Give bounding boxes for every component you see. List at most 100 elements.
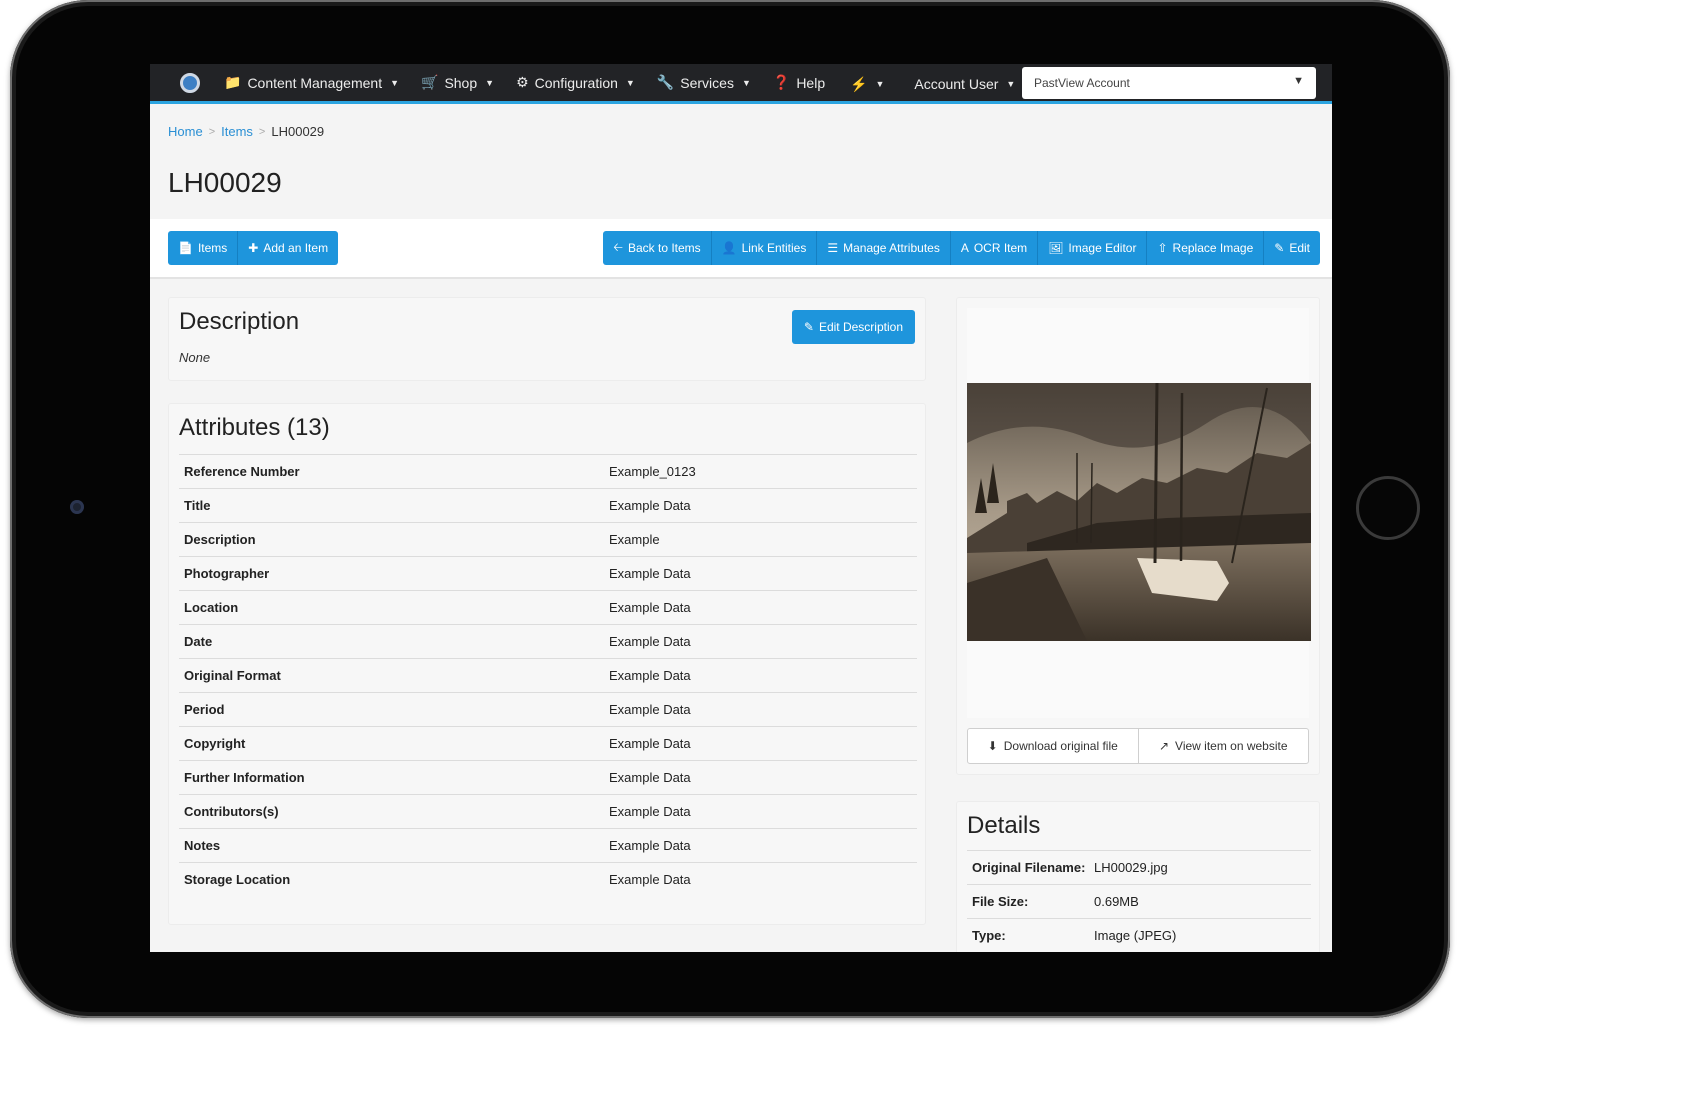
caret-down-icon: ▼ [485,77,495,88]
camera-icon [70,500,84,514]
nav-quick-actions[interactable]: ⚡ ▼ [850,76,884,93]
nav-configuration[interactable]: ⚙ Configuration ▼ [516,74,635,91]
breadcrumb-home[interactable]: Home [168,124,203,139]
nav-label: Help [796,74,826,91]
home-button[interactable] [1356,476,1420,540]
table-row: Period Example Data [179,692,917,727]
table-row: File Size: 0.69MB [967,884,1311,919]
help-icon: ❓ [772,74,791,90]
nav-label: Shop [444,74,478,91]
row-value: Example Data [604,590,917,625]
breadcrumb-items[interactable]: Items [221,124,253,139]
edit-button[interactable]: ✎ Edit [1264,231,1320,265]
breadcrumb: Home > Items > LH00029 [168,124,1314,139]
description-value: None [179,350,211,365]
row-key: Reference Number [179,454,604,489]
button-label: Edit Description [818,320,903,334]
nav-label: Content Management [247,74,383,91]
table-row: Original Format Example Data [179,658,917,693]
row-value: Example Data [604,726,917,761]
main-area: Description None ✎ Edit Description Attr… [168,297,1320,952]
row-key: Title [179,488,604,523]
row-key: Period [179,692,604,727]
caret-down-icon: ▼ [390,77,399,88]
app-screen: 📁 Content Management ▼ 🛒 Shop ▼ ⚙ Config… [150,64,1332,952]
text-icon: A [960,241,969,255]
button-label: Link Entities [741,241,807,255]
bolt-icon: ⚡ [850,75,868,92]
external-link-icon: ↗ [1158,739,1170,753]
left-column: Description None ✎ Edit Description Attr… [168,297,926,952]
items-button[interactable]: 📄 Items [168,231,239,265]
toolbar-left-group: 📄 Items ✚ Add an Item [168,231,339,265]
upload-icon: ⇧ [1157,241,1168,255]
row-value: 0.69MB [1089,884,1311,919]
row-key: Contributors(s) [179,794,604,829]
pencil-icon: ✎ [1274,241,1285,255]
row-key: Date [179,624,604,659]
table-row: Date Example Data [179,624,917,659]
row-value: Example Data [604,624,917,659]
row-key: Original Format [179,658,604,693]
breadcrumb-current: LH00029 [271,124,325,139]
image-panel: ⬇ Download original file ↗ View item on … [956,297,1320,775]
back-to-items-button[interactable]: 🡠 Back to Items [603,231,712,265]
image-editor-button[interactable]: 🖼 Image Editor [1038,231,1148,265]
table-row: Contributors(s) Example Data [179,794,917,829]
download-icon: ⬇ [987,739,998,753]
attributes-title: Attributes (13) [179,414,330,441]
add-item-button[interactable]: ✚ Add an Item [238,231,339,265]
account-select[interactable]: PastView Account ▼ [1022,67,1316,99]
row-value: Example Data [604,828,917,863]
download-original-button[interactable]: ⬇ Download original file [968,729,1138,763]
row-key: Copyright [179,726,604,761]
edit-description-button[interactable]: ✎ Edit Description [791,310,915,344]
link-entities-button[interactable]: 👤 Link Entities [711,231,818,265]
row-key: File Size: [967,884,1089,919]
arrow-left-icon: 🡠 [613,239,623,254]
table-row: Further Information Example Data [179,760,917,795]
logo-icon[interactable] [180,72,200,93]
button-label: Items [197,241,228,255]
manage-attributes-button[interactable]: ☰ Manage Attributes [817,231,951,265]
ocr-item-button[interactable]: A OCR Item [950,231,1039,265]
caret-down-icon: ▼ [1293,75,1304,87]
folder-icon: 📁 [224,74,242,90]
view-on-website-button[interactable]: ↗ View item on website [1137,729,1309,763]
row-value: Example [604,522,917,557]
table-row: Copyright Example Data [179,726,917,761]
attributes-panel: Attributes (13) Reference Number Example_… [168,403,926,925]
row-value: Example Data [604,556,917,591]
wrench-icon: 🔧 [656,74,675,90]
table-row: Reference Number Example_0123 [179,454,917,489]
description-panel: Description None ✎ Edit Description [168,297,926,381]
image-icon: 🖼 [1048,241,1064,255]
gear-icon: ⚙ [516,74,529,90]
table-row: Location Example Data [179,590,917,625]
details-title: Details [967,812,1041,839]
row-value: Example Data [604,862,917,897]
table-row: Description Example [179,522,917,557]
page-title: LH00029 [168,167,282,198]
cart-icon: 🛒 [421,74,439,90]
button-label: Back to Items [627,241,701,255]
nav-label: Account User [914,76,999,92]
nav-services[interactable]: 🔧 Services ▼ [657,74,751,91]
user-icon: 👤 [721,241,737,255]
caret-down-icon: ▼ [741,77,751,88]
button-label: Manage Attributes [843,241,940,255]
list-icon: ☰ [827,241,839,255]
button-label: Add an Item [263,241,329,255]
row-key: Notes [179,828,604,863]
nav-content-management[interactable]: 📁 Content Management ▼ [224,74,399,91]
account-select-value: PastView Account [1034,76,1130,90]
row-value: Example Data [604,658,917,693]
nav-account-user[interactable]: Account User ▼ [914,76,1015,92]
button-label: Download original file [1003,739,1118,753]
replace-image-button[interactable]: ⇧ Replace Image [1147,231,1265,265]
nav-help[interactable]: ❓ Help [773,74,825,91]
item-photo[interactable] [967,383,1311,641]
breadcrumb-separator: > [208,125,216,138]
nav-shop[interactable]: 🛒 Shop ▼ [421,74,494,91]
row-value: Example Data [604,692,917,727]
